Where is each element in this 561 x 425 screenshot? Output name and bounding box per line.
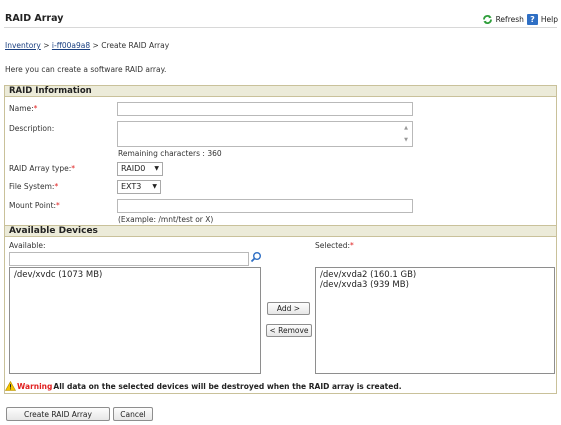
selected-label-text: Selected: xyxy=(315,241,351,250)
required-mark: * xyxy=(56,201,60,210)
breadcrumb-current: Create RAID Array xyxy=(101,41,170,50)
required-mark: * xyxy=(33,104,38,113)
header-actions: Refresh ? Help xyxy=(482,14,558,25)
name-label-text: Name: xyxy=(9,104,34,113)
help-icon[interactable]: ? xyxy=(526,14,538,25)
breadcrumb-inventory-link[interactable]: Inventory xyxy=(5,41,41,50)
chevron-down-icon: ▼ xyxy=(152,183,157,190)
create-raid-array-button[interactable]: Create RAID Array xyxy=(6,407,110,421)
warning-text: All data on the selected devices will be… xyxy=(53,381,402,391)
available-devices-list[interactable]: /dev/xvdc (1073 MB) xyxy=(9,267,261,374)
breadcrumb-separator: > xyxy=(92,41,99,50)
header-divider xyxy=(4,27,557,28)
file-system-label-text: File System: xyxy=(9,182,55,191)
selected-devices-list[interactable]: /dev/xvda2 (160.1 GB) /dev/xvda3 (939 MB… xyxy=(315,267,555,374)
raid-type-select[interactable]: RAID0 ▼ xyxy=(117,162,163,176)
file-system-value: EXT3 xyxy=(121,182,142,191)
page-title: RAID Array xyxy=(5,13,64,24)
raid-type-value: RAID0 xyxy=(121,164,146,173)
add-button[interactable]: Add > xyxy=(267,302,310,315)
name-input[interactable] xyxy=(117,102,413,116)
raid-type-label: RAID Array type:* xyxy=(9,164,75,173)
warning-message: Warning All data on the selected devices … xyxy=(4,380,402,391)
mount-point-label-text: Mount Point: xyxy=(9,201,57,210)
remaining-characters: Remaining characters : 360 xyxy=(118,149,222,158)
search-icon[interactable] xyxy=(250,251,262,263)
raid-form-panel: RAID Information Name:* Description: ▲ ▼… xyxy=(4,85,557,394)
device-search-input[interactable] xyxy=(9,252,249,266)
scroll-up-icon[interactable]: ▲ xyxy=(402,125,410,131)
selected-label: Selected:* xyxy=(315,241,354,250)
available-label: Available: xyxy=(9,241,46,250)
required-mark: * xyxy=(350,241,354,250)
raid-type-label-text: RAID Array type: xyxy=(9,164,72,173)
mount-point-input[interactable] xyxy=(117,199,413,213)
file-system-label: File System:* xyxy=(9,182,58,191)
warning-label: Warning xyxy=(17,381,53,391)
refresh-icon[interactable] xyxy=(482,14,493,25)
list-item[interactable]: /dev/xvda2 (160.1 GB) xyxy=(320,270,550,280)
help-link[interactable]: Help xyxy=(541,15,558,24)
description-label: Description: xyxy=(9,124,55,133)
required-mark: * xyxy=(54,182,59,191)
remove-button[interactable]: < Remove xyxy=(266,324,312,337)
breadcrumb: Inventory > i-ff00a9a8 > Create RAID Arr… xyxy=(5,41,169,50)
breadcrumb-instance-link[interactable]: i-ff00a9a8 xyxy=(52,41,90,50)
name-label: Name:* xyxy=(9,104,37,113)
scroll-down-icon[interactable]: ▼ xyxy=(402,137,410,143)
list-item[interactable]: /dev/xvdc (1073 MB) xyxy=(14,270,256,280)
refresh-link[interactable]: Refresh xyxy=(496,15,524,24)
available-devices-header: Available Devices xyxy=(5,225,556,237)
raid-info-header: RAID Information xyxy=(5,86,556,97)
breadcrumb-separator: > xyxy=(43,41,50,50)
required-mark: * xyxy=(71,164,76,173)
intro-text: Here you can create a software RAID arra… xyxy=(5,65,167,74)
description-textarea[interactable]: ▲ ▼ xyxy=(117,121,413,147)
warning-icon xyxy=(4,380,17,391)
list-item[interactable]: /dev/xvda3 (939 MB) xyxy=(320,280,550,290)
cancel-button[interactable]: Cancel xyxy=(113,407,153,421)
file-system-select[interactable]: EXT3 ▼ xyxy=(117,180,161,194)
chevron-down-icon: ▼ xyxy=(154,165,159,172)
mount-point-label: Mount Point:* xyxy=(9,201,60,210)
mount-point-hint: (Example: /mnt/test or X) xyxy=(118,215,214,224)
